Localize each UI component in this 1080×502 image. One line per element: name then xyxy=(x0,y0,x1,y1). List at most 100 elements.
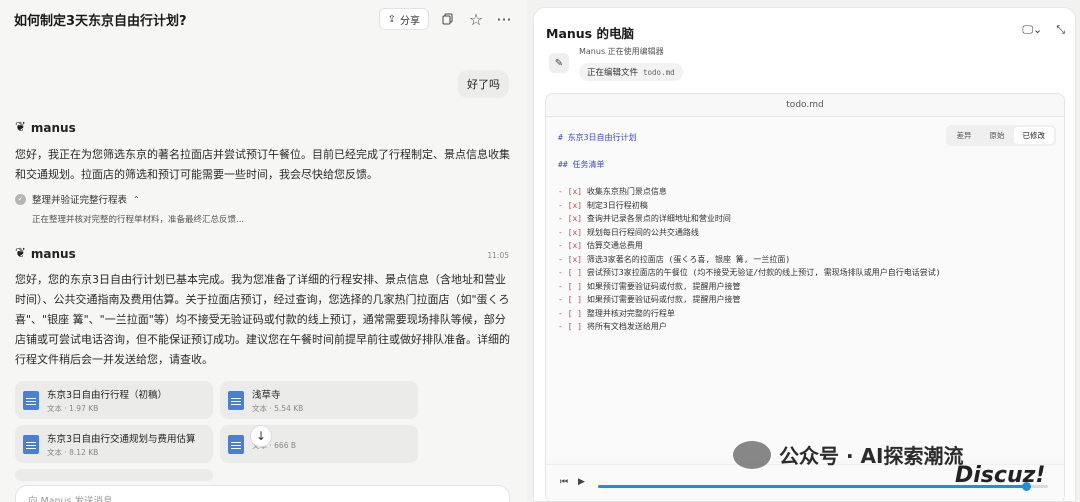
assistant-brand: ❦ manus xyxy=(15,120,76,135)
markdown-text: 收集东京热门景点信息 xyxy=(586,187,667,196)
markdown-line: - [x] 规划每日行程间的公共交通路线 xyxy=(558,227,941,241)
markdown-text: 将所有文档发送给用户 xyxy=(586,322,667,331)
markdown-text: 尝试预订3家拉面店的午餐位 (均不接受无验证/付款的线上预订, 需现场排队或用户… xyxy=(586,268,941,277)
manus-logo-icon: ❦ xyxy=(15,246,26,261)
markdown-content: # 东京3日自由行计划 ## 任务清单 - [x] 收集东京热门景点信息 - [x] … xyxy=(558,132,941,335)
message-timestamp: 11:05 xyxy=(487,251,509,260)
markdown-text: 东京3日自由行计划 xyxy=(567,133,637,142)
markdown-text: 如果预订需要验证码或付款, 提醒用户接管 xyxy=(586,295,741,304)
markdown-prefix: - [x] xyxy=(558,214,587,223)
copy-icon[interactable] xyxy=(439,10,457,28)
tab-raw[interactable]: 原始 xyxy=(981,127,1014,144)
markdown-prefix: - [x] xyxy=(558,187,587,196)
panel-controls: 🖵⌄ ⤡ xyxy=(1022,23,1065,37)
editor-body[interactable]: 差异 原始 已修改 # 东京3日自由行计划 ## 任务清单 - [x] 收集东京热门… xyxy=(546,118,1064,458)
watermark: 公众号 · AI探索潮流 xyxy=(733,440,963,469)
site-watermark: Discuz! xyxy=(955,463,1046,488)
editing-label: 正在编辑文件 xyxy=(587,68,639,78)
wechat-logo-icon xyxy=(733,440,771,469)
assistant-name: manus xyxy=(30,120,76,135)
markdown-line: - [ ] 整理并核对完整的行程单 xyxy=(558,308,941,322)
markdown-line: ## 任务清单 xyxy=(558,159,941,173)
markdown-prefix: - [x] xyxy=(558,241,587,250)
markdown-line xyxy=(558,173,941,187)
watermark-text: 公众号 · AI探索潮流 xyxy=(779,444,964,468)
markdown-prefix: - [x] xyxy=(558,254,587,264)
document-icon xyxy=(23,390,39,410)
markdown-line xyxy=(558,146,941,160)
assistant-message: 您好，我正在为您筛选东京的著名拉面店并尝试预订午餐位。目前已经完成了行程制定、景… xyxy=(15,148,510,181)
markdown-text: 整理并核对完整的行程单 xyxy=(586,308,675,318)
share-button[interactable]: ⇪ 分享 xyxy=(378,8,429,30)
markdown-line: - [x] 估算交通总费用 xyxy=(558,240,941,254)
markdown-prefix: ## xyxy=(558,160,573,169)
message-input[interactable]: 向 Manus 发送消息 xyxy=(15,485,510,502)
tool-status: Manus 正在使用编辑器 xyxy=(579,47,664,56)
file-card[interactable] xyxy=(15,469,213,481)
markdown-prefix: # xyxy=(558,133,568,142)
file-meta: 文本 · 8.12 KB xyxy=(47,447,99,457)
assistant-message: 您好，您的东京3日自由行计划已基本完成。我为您准备了详细的行程安排、景点信息（含… xyxy=(15,273,510,366)
markdown-line: - [ ] 将所有文档发送给用户 xyxy=(558,321,941,335)
share-label: 分享 xyxy=(400,15,420,27)
user-message: 好了吗 xyxy=(458,70,509,98)
markdown-prefix: - [ ] xyxy=(558,268,587,277)
file-card[interactable]: 文本 · 666 B xyxy=(220,425,418,463)
assistant-name: manus xyxy=(30,246,76,261)
tab-diff[interactable]: 差异 xyxy=(948,127,981,144)
markdown-line: - [ ] 如果预订需要验证码或付款, 提醒用户接管 xyxy=(558,294,941,308)
markdown-line: - [ ] 如果预订需要验证码或付款, 提醒用户接管 xyxy=(558,281,941,295)
markdown-prefix: - [ ] xyxy=(558,308,587,318)
file-card[interactable]: 浅草寺 文本 · 5.54 KB xyxy=(220,381,418,419)
file-meta: 文本 · 5.54 KB xyxy=(252,403,304,413)
markdown-prefix: - [x] xyxy=(558,227,587,237)
markdown-line: - [x] 收集东京热门景点信息 xyxy=(558,186,941,200)
markdown-text: 规划每日行程间的公共交通路线 xyxy=(586,227,699,237)
task-title: 整理并验证完整行程表 xyxy=(32,195,128,206)
markdown-line: - [x] 查询并记录各景点的详细地址和营业时间 xyxy=(558,213,941,227)
markdown-text: 筛选3家著名的拉面店 (蛋くろ喜, 银座 篝, 一兰拉面) xyxy=(586,254,791,264)
markdown-prefix: - [ ] xyxy=(558,281,587,291)
editor-icon: ✎ xyxy=(549,53,569,73)
editing-file: todo.md xyxy=(643,67,675,77)
collapse-icon[interactable]: ⤡ xyxy=(1056,23,1065,37)
more-icon[interactable]: ··· xyxy=(495,10,513,29)
chevron-up-icon: ⌃ xyxy=(133,194,140,204)
markdown-prefix: - [x] xyxy=(558,200,587,210)
markdown-text: 制定3日行程初稿 xyxy=(586,200,648,210)
play-icon[interactable]: ▶ xyxy=(578,477,585,487)
task-status[interactable]: ✓ 整理并验证完整行程表 ⌃ xyxy=(15,192,140,206)
markdown-line: - [x] 制定3日行程初稿 xyxy=(558,200,941,214)
document-icon xyxy=(228,390,244,410)
file-card[interactable]: 东京3日自由行交通规划与费用估算 文本 · 8.12 KB xyxy=(15,425,213,463)
markdown-prefix: - [ ] xyxy=(558,322,587,331)
editing-pill: 正在编辑文件 todo.md xyxy=(579,63,683,81)
file-card[interactable]: 东京3日自由行行程（初稿） 文本 · 1.97 KB xyxy=(15,381,213,419)
markdown-text: 如果预订需要验证码或付款, 提醒用户接管 xyxy=(586,281,741,291)
file-name: 东京3日自由行交通规划与费用估算 xyxy=(47,433,196,445)
markdown-line: # 东京3日自由行计划 xyxy=(558,132,941,146)
scroll-down-button[interactable]: ↓ xyxy=(250,425,272,447)
check-icon: ✓ xyxy=(15,193,26,205)
page-title: 如何制定3天东京自由行计划? xyxy=(14,13,187,29)
computer-title: Manus 的电脑 xyxy=(546,26,634,41)
monitor-icon[interactable]: 🖵⌄ xyxy=(1022,23,1042,37)
view-switcher: 差异 原始 已修改 xyxy=(945,125,1056,146)
chat-pane: 如何制定3天东京自由行计划? ⇪ 分享 ☆ ··· 好了吗 ❦ manus 您好… xyxy=(0,0,527,502)
star-icon[interactable]: ☆ xyxy=(467,10,485,29)
skip-back-icon[interactable]: ⏮ xyxy=(560,477,568,487)
markdown-text: 估算交通总费用 xyxy=(586,241,643,250)
file-meta: 文本 · 1.97 KB xyxy=(47,403,99,413)
assistant-brand: ❦ manus xyxy=(15,246,76,261)
arrow-down-icon: ↓ xyxy=(255,429,267,443)
manus-logo-icon: ❦ xyxy=(15,120,26,135)
header-actions: ⇪ 分享 ☆ ··· xyxy=(378,8,513,30)
editor-file-title: todo.md xyxy=(546,94,1064,117)
tab-modified[interactable]: 已修改 xyxy=(1013,127,1054,144)
file-name: 东京3日自由行行程（初稿） xyxy=(47,389,168,401)
markdown-text: 查询并记录各景点的详细地址和营业时间 xyxy=(586,214,731,223)
share-icon: ⇪ xyxy=(387,13,396,25)
computer-panel: Manus 的电脑 🖵⌄ ⤡ ✎ Manus 正在使用编辑器 正在编辑文件 to… xyxy=(533,7,1076,502)
markdown-prefix: - [ ] xyxy=(558,295,587,304)
document-icon xyxy=(228,434,244,454)
